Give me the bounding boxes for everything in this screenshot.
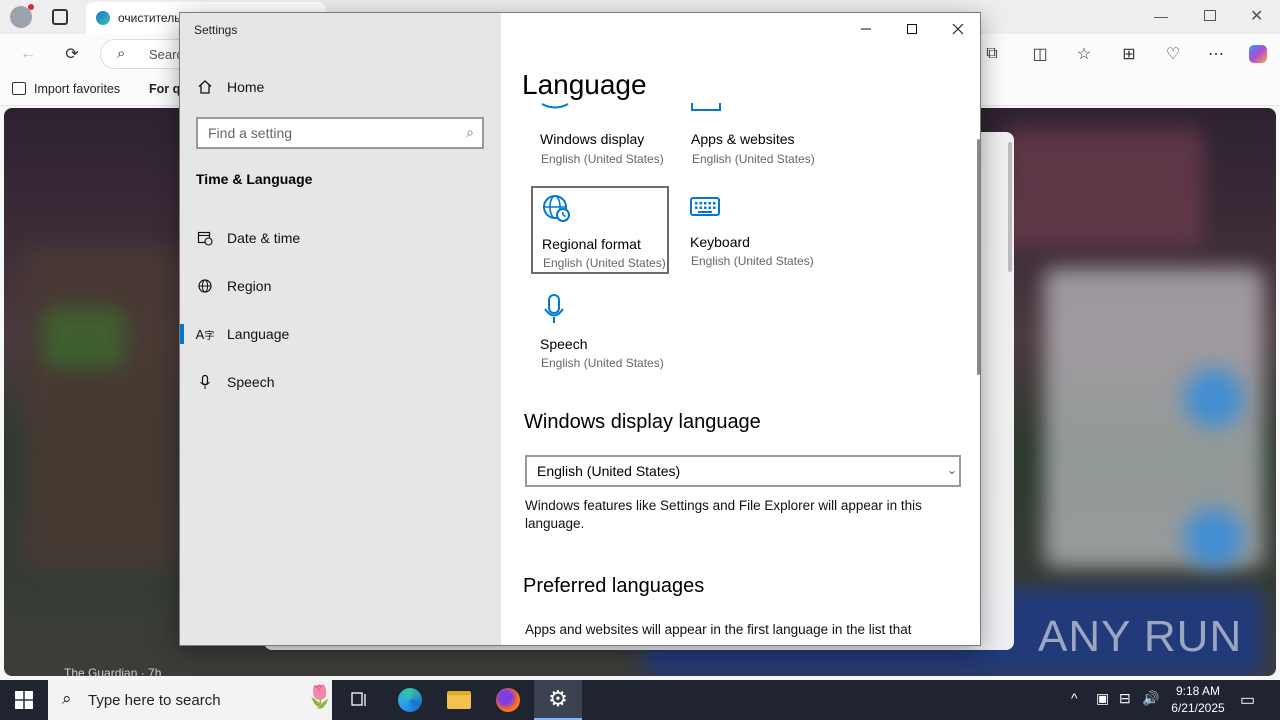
taskbar-clock[interactable]: 9:18 AM 6/21/2025	[1160, 683, 1236, 717]
microphone-icon	[196, 373, 214, 391]
tile-subtitle: English (United States)	[541, 356, 664, 370]
nav-item-label: Region	[227, 278, 272, 294]
tile-subtitle: English (United States)	[543, 256, 666, 270]
calendar-clock-icon	[196, 229, 214, 247]
nav-item-language[interactable]: A字 Language	[180, 312, 501, 356]
profile-avatar[interactable]	[10, 4, 34, 28]
clock-time: 9:18 AM	[1175, 684, 1221, 698]
tile-subtitle: English (United States)	[692, 152, 815, 166]
taskbar-search-box[interactable]: ⌕ Type here to search 🌷	[48, 680, 334, 720]
copilot-icon[interactable]	[1246, 42, 1270, 66]
start-button[interactable]	[0, 680, 48, 720]
search-icon: ⌕	[117, 45, 126, 62]
nav-item-label: Language	[227, 326, 290, 342]
favorites-star-icon[interactable]: ☆	[1072, 42, 1096, 66]
search-highlight-icon: 🌷	[306, 684, 334, 709]
taskbar-search-placeholder: Type here to search	[88, 691, 221, 709]
minimize-browser-button[interactable]: —	[1154, 8, 1174, 24]
nav-item-speech[interactable]: Speech	[180, 360, 501, 404]
display-language-heading: Windows display language	[524, 411, 761, 433]
find-setting-input[interactable]	[198, 119, 448, 147]
edge-tab-icon	[96, 11, 110, 25]
tab-actions-icon[interactable]	[52, 9, 68, 25]
tile-name: Regional format	[542, 236, 641, 252]
tile-apps-websites[interactable]: Apps & websites English (United States)	[682, 93, 820, 181]
network-device-icon[interactable]: ▣	[1096, 690, 1109, 707]
dropdown-value: English (United States)	[537, 463, 681, 479]
collections-icon[interactable]: ⊞	[1117, 42, 1141, 66]
settings-window: Settings Home ⌕ Time & Language Date & t…	[179, 12, 981, 646]
tile-subtitle: English (United States)	[541, 152, 664, 166]
display-language-description: Windows features like Settings and File …	[525, 498, 922, 531]
close-browser-button[interactable]: ✕	[1250, 6, 1263, 26]
find-setting-box[interactable]: ⌕	[196, 117, 484, 149]
tile-speech[interactable]: Speech English (United States)	[531, 288, 669, 376]
nav-home-label: Home	[227, 79, 265, 95]
feed-source: The Guardian · 7h	[64, 666, 162, 676]
tab-title: очиститель	[118, 11, 181, 25]
microphone-icon	[544, 294, 564, 323]
close-button[interactable]	[935, 13, 980, 45]
nav-item-label: Date & time	[227, 230, 301, 246]
tile-name: Speech	[540, 336, 588, 352]
preferred-languages-description: Apps and websites will appear in the fir…	[525, 622, 912, 637]
tile-subtitle: English (United States)	[691, 254, 814, 268]
nav-home[interactable]: Home	[180, 65, 501, 109]
notifications-icon[interactable]: ▭	[1240, 690, 1255, 710]
chevron-down-icon: ⌄	[946, 463, 957, 477]
window-title: Settings	[194, 23, 238, 37]
windows-logo-icon	[15, 691, 33, 709]
monitor-icon	[541, 103, 569, 109]
restore-browser-button[interactable]	[1204, 10, 1216, 21]
settings-icon[interactable]: ⚙	[534, 680, 582, 720]
firefox-icon[interactable]	[484, 680, 532, 720]
tile-keyboard[interactable]: Keyboard English (United States)	[681, 186, 819, 274]
edge-icon[interactable]	[386, 680, 434, 720]
nav-item-label: Speech	[227, 374, 275, 390]
import-favorites-link[interactable]: Import favorites	[34, 82, 120, 96]
taskbar: ⌕ Type here to search 🌷 ⚙ ^ ▣ ⊟ 🔊 9:18 A…	[0, 680, 1280, 720]
task-view-icon[interactable]	[336, 680, 384, 720]
globe-icon	[196, 277, 214, 295]
more-menu-icon[interactable]: ⋯	[1204, 42, 1228, 66]
volume-icon[interactable]: 🔊	[1142, 690, 1159, 707]
file-explorer-icon[interactable]	[435, 680, 483, 720]
clock-date: 6/21/2025	[1171, 701, 1225, 715]
settings-content-pane: Language Windows display English (United…	[501, 13, 980, 645]
tile-regional-format[interactable]: Regional format English (United States)	[531, 186, 669, 274]
tile-name: Apps & websites	[691, 131, 795, 147]
language-icon: A字	[195, 326, 215, 342]
globe-clock-icon	[543, 195, 570, 222]
nav-category-heading: Time & Language	[196, 171, 313, 187]
selection-indicator	[180, 324, 184, 344]
keyboard-icon	[690, 197, 720, 216]
card-scrollbar[interactable]	[1008, 142, 1012, 272]
tile-name: Windows display	[540, 131, 645, 147]
watermark: ANY RUN	[1038, 612, 1243, 661]
import-favorites-icon	[12, 82, 26, 95]
display-language-dropdown[interactable]: English (United States) ⌄	[525, 455, 961, 487]
back-icon[interactable]: ←	[16, 42, 40, 66]
network-icon[interactable]: ⊟	[1119, 690, 1131, 707]
nav-item-region[interactable]: Region	[180, 264, 501, 308]
settings-nav-pane: Settings Home ⌕ Time & Language Date & t…	[180, 13, 501, 645]
tile-windows-display[interactable]: Windows display English (United States)	[531, 93, 669, 181]
chevron-up-icon[interactable]: ^	[1071, 690, 1078, 706]
split-screen-icon[interactable]: ◫	[1028, 42, 1052, 66]
search-icon: ⌕	[62, 689, 72, 708]
content-scrollbar[interactable]	[977, 139, 980, 375]
minimize-button[interactable]	[843, 13, 889, 45]
nav-item-date-time[interactable]: Date & time	[180, 216, 501, 260]
extensions-icon[interactable]: ⧉	[980, 42, 1004, 66]
maximize-button[interactable]	[889, 13, 935, 45]
browser-essentials-icon[interactable]: ♡	[1161, 42, 1185, 66]
refresh-icon[interactable]: ⟳	[60, 42, 84, 66]
window-icon	[691, 103, 721, 111]
home-icon	[196, 78, 214, 96]
preferred-languages-heading: Preferred languages	[523, 575, 705, 597]
tile-name: Keyboard	[690, 234, 750, 250]
search-icon: ⌕	[466, 124, 474, 140]
